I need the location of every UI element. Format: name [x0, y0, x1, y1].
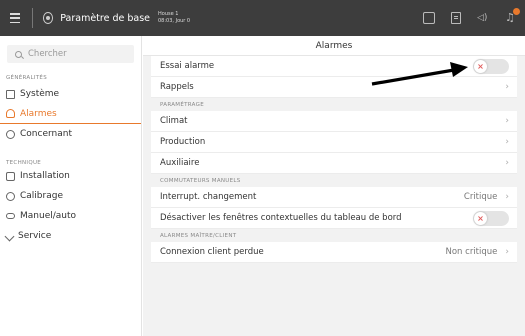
search-input[interactable]: Chercher: [7, 45, 134, 63]
document-icon[interactable]: [451, 12, 461, 24]
close-icon: ×: [474, 211, 487, 225]
gear-icon: [42, 12, 54, 24]
chevron-right-icon: ›: [505, 247, 509, 257]
page-title: Paramètre de base: [60, 12, 150, 24]
row-label: Interrupt. changement: [160, 192, 257, 202]
group-label-maitre-client: ALARMES MAÎTRE/CLIENT: [160, 233, 237, 239]
search-icon: [15, 50, 22, 58]
home-icon[interactable]: [423, 12, 435, 24]
row-label: Désactiver les fenêtres contextuelles du…: [160, 213, 402, 223]
house-name: House 1: [158, 11, 179, 17]
sidebar-item-calibrage[interactable]: Calibrage: [0, 186, 141, 206]
sidebar: Chercher GÉNÉRALITÉS Système Alarmes Con…: [0, 36, 142, 336]
divider: [32, 8, 33, 28]
sidebar-item-alarmes[interactable]: Alarmes: [0, 104, 141, 124]
search-placeholder: Chercher: [28, 49, 67, 59]
sidebar-item-label: Calibrage: [20, 191, 63, 201]
top-bar-left: Paramètre de base: [0, 0, 150, 36]
chevron-right-icon: ›: [505, 82, 509, 92]
row-label: Rappels: [160, 82, 194, 92]
chevron-right-icon: ›: [505, 192, 509, 202]
essai-alarme-toggle[interactable]: ×: [473, 58, 509, 74]
group-label-commutateurs: COMMUTATEURS MANUELS: [160, 178, 241, 184]
desactiver-fenetres-toggle[interactable]: ×: [473, 210, 509, 226]
sidebar-item-manuel-auto[interactable]: Manuel/auto: [0, 206, 141, 226]
sidebar-item-label: Concernant: [20, 129, 72, 139]
row-label: Climat: [160, 116, 188, 126]
house-time: 08:03, Jour 0: [158, 18, 191, 24]
row-label: Connexion client perdue: [160, 247, 264, 257]
row-desactiver-fenetres: Désactiver les fenêtres contextuelles du…: [151, 208, 517, 229]
chevron-right-icon: ›: [505, 158, 509, 168]
info-icon: [6, 129, 15, 139]
panel-title: Alarmes: [143, 36, 525, 56]
sidebar-item-label: Installation: [20, 171, 70, 181]
sidebar-item-label: Service: [18, 231, 52, 241]
sidebar-item-service[interactable]: Service: [0, 226, 141, 246]
calibration-icon: [6, 191, 15, 201]
row-value: Critique: [463, 192, 498, 202]
sidebar-item-concernant[interactable]: Concernant: [0, 124, 141, 144]
top-bar: Paramètre de base House 1 08:03, Jour 0 …: [0, 0, 525, 36]
volume-icon[interactable]: ◁): [477, 12, 489, 24]
annotation-arrow-icon: [371, 62, 468, 86]
row-production[interactable]: Production ›: [151, 132, 517, 153]
manual-auto-icon: [6, 213, 15, 219]
chevron-right-icon: ›: [505, 137, 509, 147]
row-auxiliaire[interactable]: Auxiliaire ›: [151, 153, 517, 174]
system-icon: [6, 89, 15, 99]
installation-icon: [6, 171, 15, 181]
row-label: Essai alarme: [160, 61, 215, 71]
row-label: Auxiliaire: [160, 158, 200, 168]
sidebar-item-installation[interactable]: Installation: [0, 166, 141, 186]
row-climat[interactable]: Climat ›: [151, 111, 517, 132]
menu-icon[interactable]: [10, 13, 21, 23]
top-bar-icons: ◁) ♫: [423, 0, 520, 36]
row-connexion-client[interactable]: Connexion client perdue Non critique ›: [151, 242, 517, 263]
row-value: Non critique: [445, 247, 498, 257]
house-info[interactable]: House 1 08:03, Jour 0: [158, 11, 190, 25]
sidebar-item-label: Alarmes: [20, 108, 57, 119]
bell-icon[interactable]: ♫: [505, 8, 520, 24]
row-label: Production: [160, 137, 206, 147]
service-icon: [4, 231, 15, 241]
group-label-parametrage: PARAMÉTRAGE: [160, 102, 204, 108]
close-icon: ×: [474, 59, 487, 73]
row-interrupt-changement[interactable]: Interrupt. changement Critique ›: [151, 187, 517, 208]
sidebar-item-label: Système: [20, 89, 60, 99]
sidebar-item-systeme[interactable]: Système: [0, 84, 141, 104]
chevron-right-icon: ›: [505, 116, 509, 126]
sidebar-item-label: Manuel/auto: [20, 211, 77, 221]
notification-badge: [513, 8, 520, 15]
alarm-icon: [6, 109, 15, 118]
